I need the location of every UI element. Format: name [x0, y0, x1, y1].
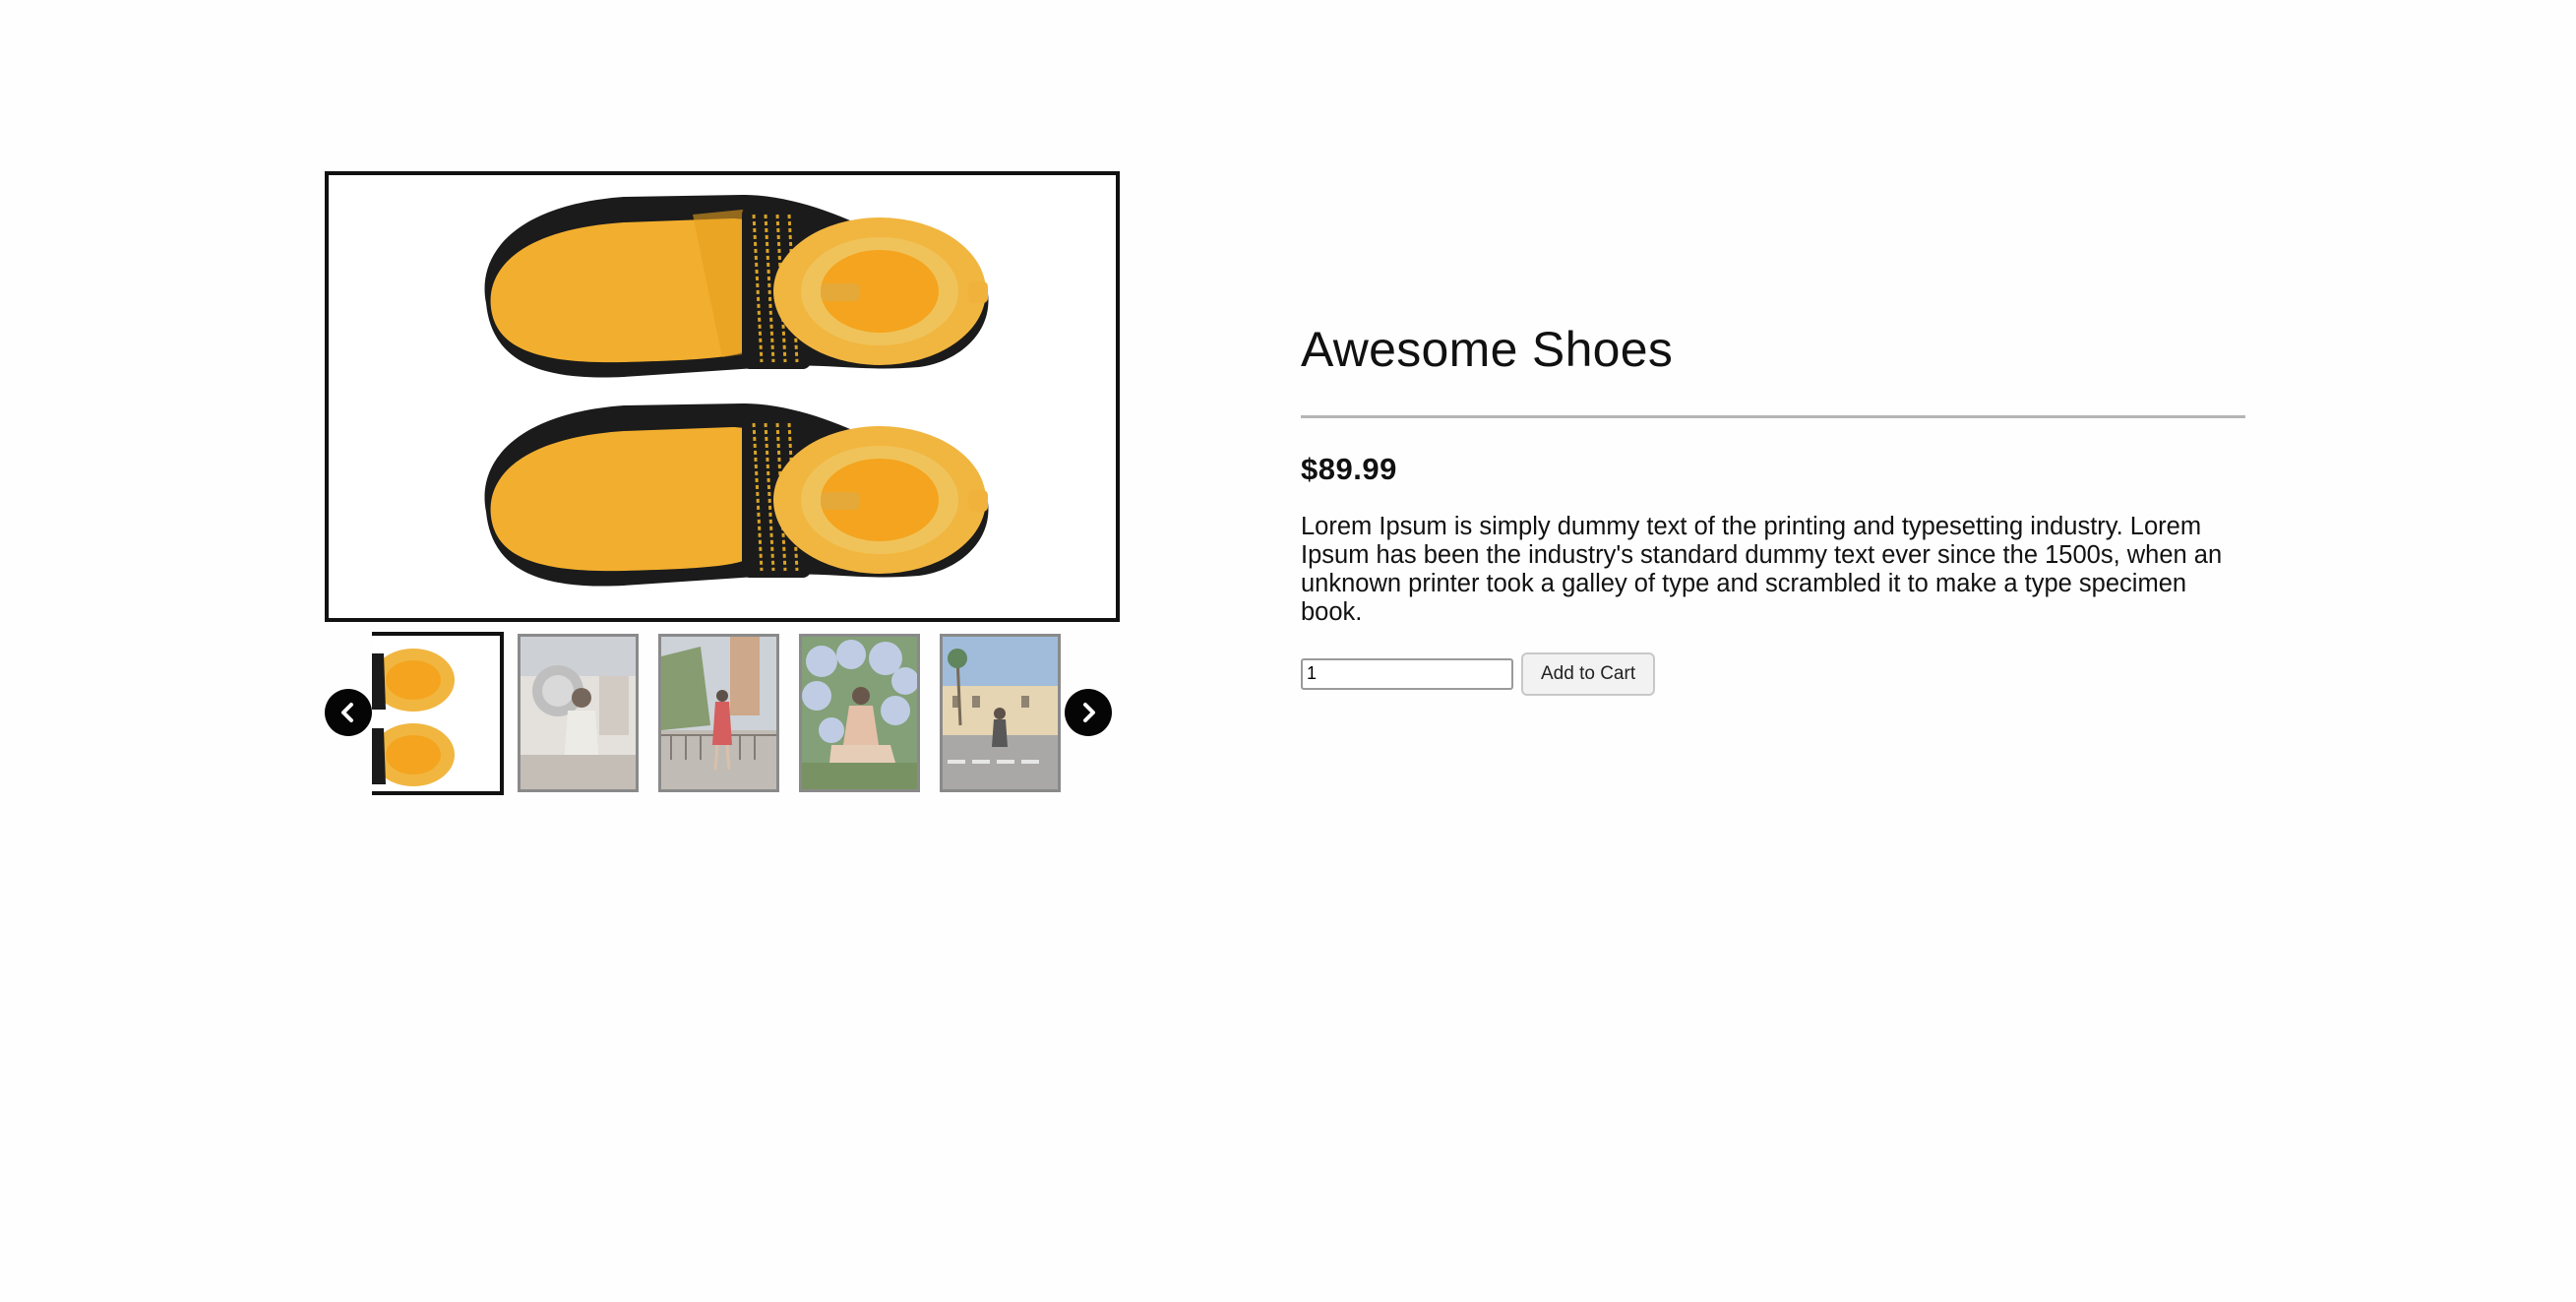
- shoe-bottom: [484, 403, 989, 587]
- thumbnail-strip: [325, 632, 1120, 799]
- product-gallery: [325, 171, 1120, 799]
- shoe-top: [484, 195, 989, 378]
- add-to-cart-button[interactable]: Add to Cart: [1521, 651, 1656, 696]
- quantity-input[interactable]: [1301, 657, 1513, 690]
- product-description: Lorem Ipsum is simply dummy text of the …: [1301, 513, 2223, 626]
- prev-arrow-button[interactable]: [325, 689, 372, 736]
- product-price: $89.99: [1301, 452, 1397, 486]
- next-arrow-button[interactable]: [1065, 689, 1112, 736]
- chevron-right-icon: [1083, 703, 1095, 722]
- cart-row: Add to Cart: [1301, 651, 2245, 696]
- thumbnail-photo-3[interactable]: [658, 634, 779, 792]
- title-divider: [1301, 415, 2245, 418]
- thumbnail-photo-5[interactable]: [940, 634, 1061, 792]
- main-product-image: [325, 171, 1120, 622]
- product-page: Awesome Shoes $89.99 Lorem Ipsum is simp…: [0, 0, 2576, 1302]
- product-title: Awesome Shoes: [1301, 322, 1674, 377]
- thumbnail-photo-4[interactable]: [799, 634, 920, 792]
- product-info: Awesome Shoes $89.99 Lorem Ipsum is simp…: [1301, 315, 2245, 696]
- thumbnail-shoes[interactable]: [372, 632, 504, 795]
- thumbnail-viewport: [372, 632, 1067, 799]
- chevron-left-icon: [341, 703, 353, 722]
- thumbnail-photo-2[interactable]: [518, 634, 639, 792]
